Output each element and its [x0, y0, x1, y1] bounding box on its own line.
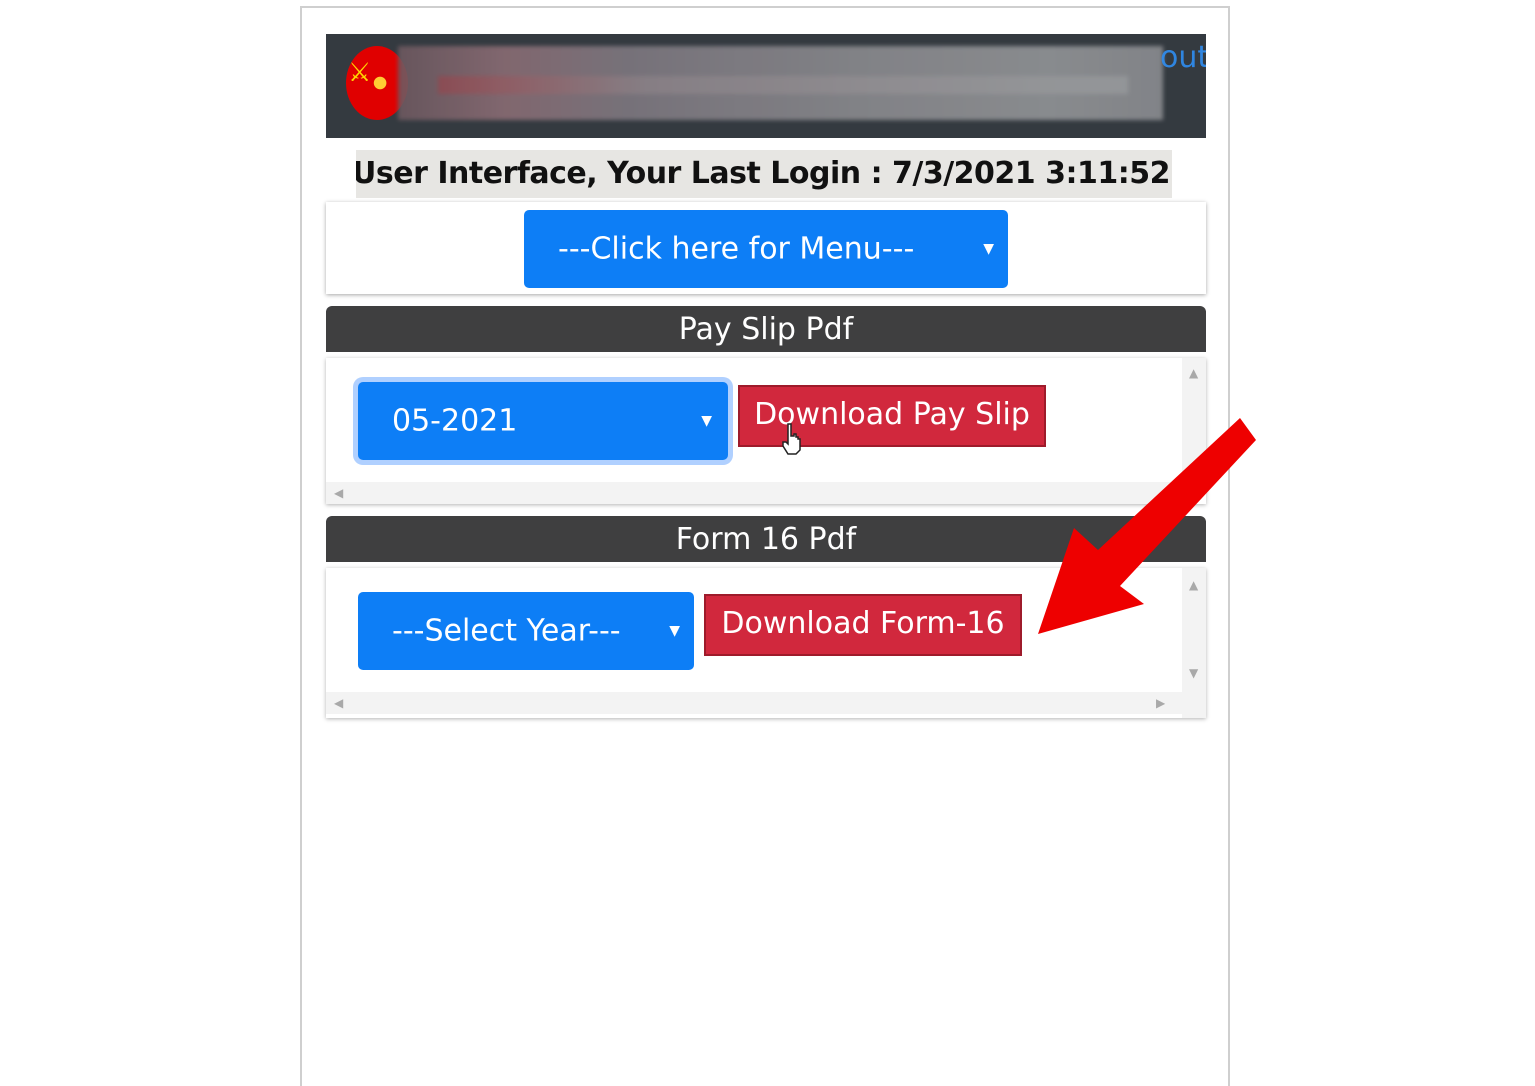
payslip-month-select[interactable]: 05-2021 ▼ — [358, 382, 728, 460]
dropdown-caret-icon: ▼ — [701, 413, 712, 429]
scroll-up-icon[interactable]: ▲ — [1189, 366, 1198, 380]
scroll-left-icon[interactable]: ◀ — [334, 696, 343, 710]
form16-year-placeholder: ---Select Year--- — [392, 613, 621, 649]
dropdown-caret-icon: ▼ — [983, 241, 994, 257]
annotation-arrow-icon — [1038, 418, 1256, 634]
app-header: ⚔ out — [326, 34, 1206, 138]
payslip-section-header: Pay Slip Pdf — [326, 306, 1206, 352]
form16-section-title: Form 16 Pdf — [675, 522, 857, 557]
last-login-text: ile User Interface, Your Last Login : 7/… — [356, 156, 1171, 191]
hand-cursor-icon — [782, 423, 801, 455]
menu-select[interactable]: ---Click here for Menu--- ▼ — [524, 210, 1008, 288]
dropdown-caret-icon: ▼ — [669, 623, 680, 639]
logout-link[interactable]: out — [1160, 40, 1206, 75]
scroll-down-icon[interactable]: ▼ — [1189, 666, 1198, 680]
download-form16-button[interactable]: Download Form-16 — [704, 594, 1022, 656]
form16-year-select[interactable]: ---Select Year--- ▼ — [358, 592, 694, 670]
last-login-banner: ile User Interface, Your Last Login : 7/… — [356, 150, 1172, 198]
redacted-title — [398, 46, 1163, 120]
scroll-right-icon[interactable]: ▶ — [1156, 696, 1165, 710]
payslip-month-value: 05-2021 — [392, 403, 518, 439]
scroll-left-icon[interactable]: ◀ — [334, 486, 343, 500]
menu-card: ---Click here for Menu--- ▼ — [326, 202, 1206, 294]
menu-select-label: ---Click here for Menu--- — [558, 231, 915, 267]
emblem-mark-icon: ⚔ — [348, 58, 372, 88]
payslip-section-title: Pay Slip Pdf — [678, 312, 854, 347]
form16-horizontal-scrollbar[interactable]: ◀ ▶ — [326, 692, 1182, 714]
